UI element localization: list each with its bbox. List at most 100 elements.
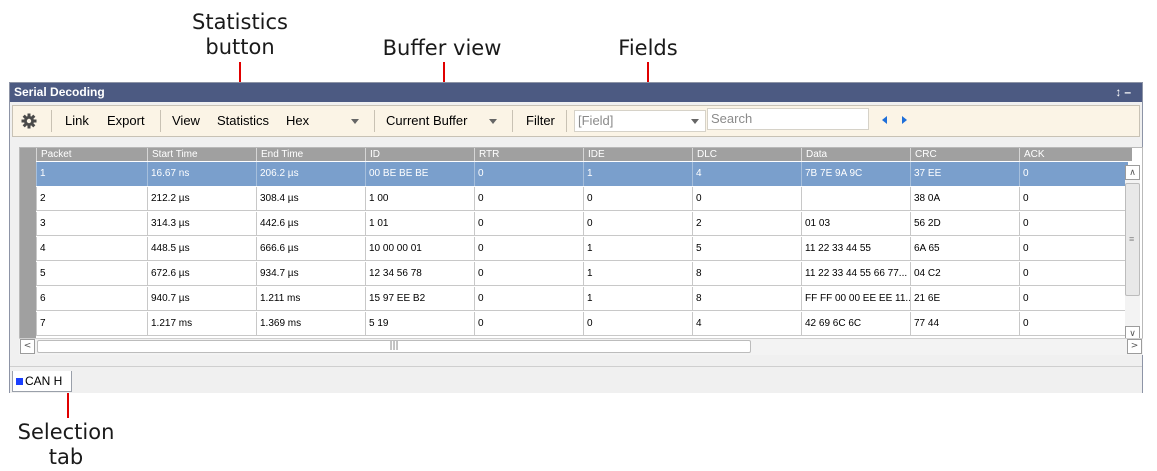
cell-rtr: 0: [474, 212, 583, 236]
cell-ack: 0: [1019, 237, 1132, 261]
cell-start-time: 940.7 µs: [147, 287, 256, 311]
cell-dlc: 0: [692, 187, 801, 211]
buffer-select[interactable]: Current Buffer: [382, 110, 504, 132]
cell-id: 1 00: [365, 187, 474, 211]
table-row[interactable]: 4 448.5 µs 666.6 µs 10 00 00 01 0 1 5 11 22 33 …: [36, 237, 1128, 261]
column-header-data[interactable]: Data: [801, 148, 910, 161]
cell-crc: 56 2D: [910, 212, 1019, 236]
tab-strip: CAN H: [10, 366, 1142, 393]
cell-id: 15 97 EE B2: [365, 287, 474, 311]
cell-packet: 1: [36, 162, 147, 186]
cell-crc: 21 6E: [910, 287, 1019, 311]
cell-start-time: 212.2 µs: [147, 187, 256, 211]
view-button[interactable]: View: [172, 106, 200, 136]
field-select[interactable]: [Field]: [574, 110, 706, 132]
cell-ide: 0: [583, 312, 692, 336]
cell-data: FF FF 00 00 EE EE 11...: [801, 287, 910, 311]
minimize-icon[interactable]: –: [1124, 85, 1134, 99]
column-header-id[interactable]: ID: [365, 148, 474, 161]
cell-ack: 0: [1019, 162, 1132, 186]
search-input[interactable]: Search: [707, 108, 869, 130]
row-header-gutter: [20, 161, 36, 340]
cell-data: 7B 7E 9A 9C: [801, 162, 910, 186]
cell-id: 5 19: [365, 312, 474, 336]
serial-decoding-window: Serial Decoding ↕– Link Export View Stat…: [9, 82, 1143, 393]
table-row[interactable]: 1 16.67 ns 206.2 µs 00 BE BE BE 0 1 4 7B 7E 9A …: [36, 162, 1128, 186]
filter-button[interactable]: Filter: [526, 106, 555, 136]
table-header: Packet Start Time End Time ID RTR IDE DLC Data C…: [20, 148, 1132, 161]
tab-can-h[interactable]: CAN H: [12, 371, 72, 392]
cell-start-time: 1.217 ms: [147, 312, 256, 336]
cell-ack: 0: [1019, 212, 1132, 236]
cell-dlc: 8: [692, 287, 801, 311]
scroll-left-icon[interactable]: <: [20, 339, 35, 354]
table-row[interactable]: 6 940.7 µs 1.211 ms 15 97 EE B2 0 1 8 FF FF 00 …: [36, 287, 1128, 311]
column-header-dlc[interactable]: DLC: [692, 148, 801, 161]
horizontal-scroll-thumb[interactable]: |||: [37, 340, 751, 353]
search-placeholder: Search: [711, 111, 753, 126]
selection-tab-callout: Selection tab: [17, 420, 115, 469]
cell-rtr: 0: [474, 312, 583, 336]
cell-packet: 3: [36, 212, 147, 236]
statistics-button-callout: Statistics button: [192, 10, 288, 59]
cell-end-time: 934.7 µs: [256, 262, 365, 286]
toolbar-separator: [160, 110, 161, 132]
cell-dlc: 4: [692, 162, 801, 186]
cell-crc: 04 C2: [910, 262, 1019, 286]
field-select-placeholder: [Field]: [578, 113, 614, 128]
table-row[interactable]: 5 672.6 µs 934.7 µs 12 34 56 78 0 1 8 11 22 33 …: [36, 262, 1128, 286]
toolbar-separator: [512, 110, 513, 132]
cell-crc: 38 0A: [910, 187, 1019, 211]
gear-icon: [21, 113, 37, 129]
cell-end-time: 308.4 µs: [256, 187, 365, 211]
cell-rtr: 0: [474, 287, 583, 311]
column-header-start-time[interactable]: Start Time: [147, 148, 256, 161]
cell-end-time: 666.6 µs: [256, 237, 365, 261]
scroll-up-icon[interactable]: ∧: [1125, 165, 1140, 180]
scroll-right-icon[interactable]: >: [1127, 339, 1142, 354]
vertical-scrollbar[interactable]: ∧ ≡ ∨: [1125, 165, 1140, 341]
column-header-packet[interactable]: Packet: [36, 148, 147, 161]
vertical-scroll-thumb[interactable]: ≡: [1125, 183, 1140, 296]
column-header-crc[interactable]: CRC: [910, 148, 1019, 161]
cell-rtr: 0: [474, 237, 583, 261]
channel-color-swatch: [16, 378, 23, 385]
horizontal-scrollbar[interactable]: < ||| >: [19, 338, 1143, 355]
pin-icon[interactable]: ↕: [1115, 85, 1124, 99]
cell-ide: 0: [583, 212, 692, 236]
pin-minimize-icons[interactable]: ↕–: [1115, 83, 1134, 102]
cell-id: 12 34 56 78: [365, 262, 474, 286]
cell-data: [801, 187, 910, 211]
next-arrow-icon[interactable]: [902, 116, 907, 124]
toolbar-separator: [51, 110, 52, 132]
table-row[interactable]: 3 314.3 µs 442.6 µs 1 01 0 0 2 01 03 56 2D 0: [36, 212, 1128, 236]
cell-id: 10 00 00 01: [365, 237, 474, 261]
chevron-down-icon: [691, 119, 699, 124]
column-header-end-time[interactable]: End Time: [256, 148, 365, 161]
cell-start-time: 672.6 µs: [147, 262, 256, 286]
statistics-button[interactable]: Statistics: [217, 106, 269, 136]
buffer-select-value: Current Buffer: [386, 113, 468, 128]
settings-button[interactable]: [21, 106, 41, 136]
cell-ack: 0: [1019, 312, 1132, 336]
grip-icon: ≡: [1129, 234, 1135, 244]
column-header-ide[interactable]: IDE: [583, 148, 692, 161]
export-button[interactable]: Export: [107, 106, 145, 136]
tab-label: CAN H: [25, 374, 63, 388]
cell-dlc: 2: [692, 212, 801, 236]
previous-arrow-icon[interactable]: [882, 116, 887, 124]
table-row[interactable]: 7 1.217 ms 1.369 ms 5 19 0 0 4 42 69 6C 6C 77 44…: [36, 312, 1128, 336]
link-button[interactable]: Link: [65, 106, 89, 136]
cell-rtr: 0: [474, 262, 583, 286]
cell-packet: 6: [36, 287, 147, 311]
column-header-rtr[interactable]: RTR: [474, 148, 583, 161]
cell-start-time: 16.67 ns: [147, 162, 256, 186]
format-select[interactable]: Hex: [282, 110, 366, 132]
cell-crc: 77 44: [910, 312, 1019, 336]
column-header-ack[interactable]: ACK: [1019, 148, 1132, 161]
table-row[interactable]: 2 212.2 µs 308.4 µs 1 00 0 0 0 38 0A 0: [36, 187, 1128, 211]
cell-start-time: 448.5 µs: [147, 237, 256, 261]
cell-dlc: 4: [692, 312, 801, 336]
cell-ack: 0: [1019, 262, 1132, 286]
toolbar-separator: [566, 110, 567, 132]
